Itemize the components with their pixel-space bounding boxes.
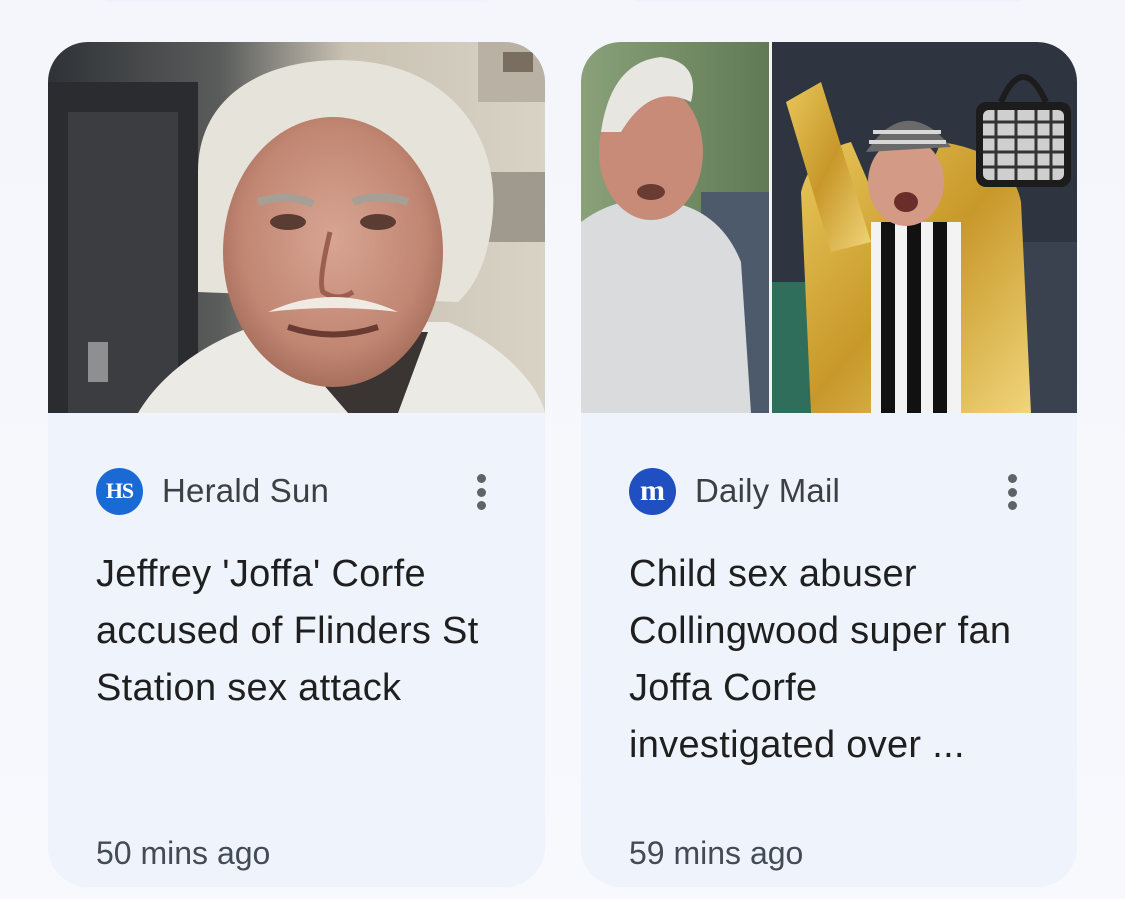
source-name: Herald Sun	[162, 472, 330, 509]
previous-card-edge-left	[75, 0, 520, 2]
headline[interactable]: Child sex abuser Collingwood super fan J…	[629, 546, 1029, 774]
more-options-button[interactable]	[466, 472, 496, 512]
source-row: HS Herald Sun	[96, 467, 516, 515]
source-row: m Daily Mail	[629, 467, 1049, 515]
more-options-button[interactable]	[997, 472, 1027, 512]
news-card-image[interactable]	[581, 42, 1077, 413]
daily-mail-logo-text: m	[640, 474, 665, 507]
daily-mail-logo-icon: m	[629, 467, 676, 515]
herald-sun-logo-icon: HS	[96, 467, 143, 515]
more-vert-icon-dot	[1007, 487, 1017, 497]
source-name: Daily Mail	[695, 472, 841, 509]
timestamp: 59 mins ago	[629, 835, 804, 871]
headline[interactable]: Jeffrey 'Joffa' Corfe accused of Flinder…	[96, 546, 516, 717]
news-card-image[interactable]	[48, 42, 545, 413]
more-vert-icon-dot	[476, 474, 486, 483]
more-vert-icon-dot	[1007, 501, 1017, 510]
more-vert-icon-dot	[476, 501, 486, 510]
news-card-herald-sun[interactable]: HS Herald Sun Jeffrey 'Joffa' Corfe accu…	[48, 42, 545, 887]
timestamp: 50 mins ago	[96, 835, 271, 871]
news-card-daily-mail[interactable]: m Daily Mail Child sex abuser Collingwoo…	[581, 42, 1077, 887]
more-vert-icon-dot	[476, 487, 486, 497]
more-vert-icon-dot	[1007, 474, 1017, 483]
herald-sun-logo-text: HS	[105, 478, 134, 503]
previous-card-edge-right	[605, 0, 1050, 2]
